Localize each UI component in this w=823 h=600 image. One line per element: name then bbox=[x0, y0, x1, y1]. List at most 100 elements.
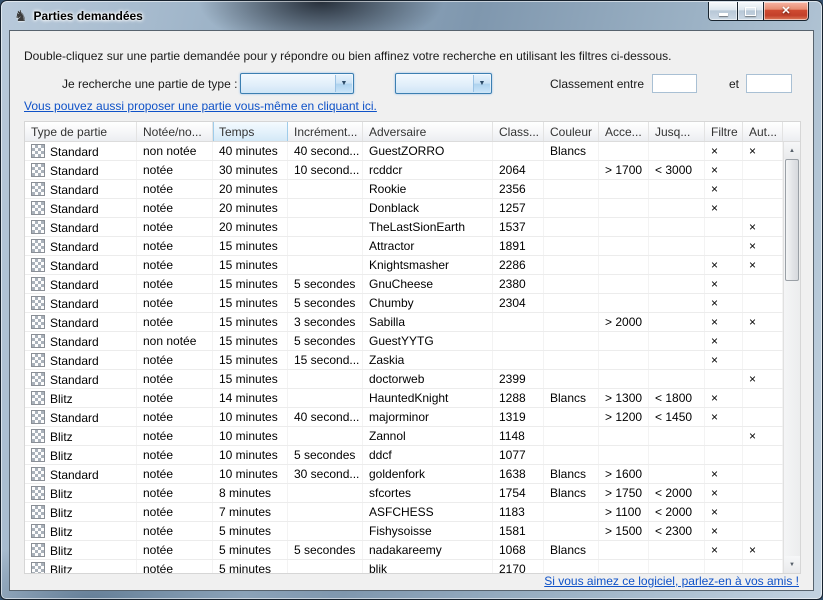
cell-color bbox=[544, 370, 599, 388]
cell-rating: 1257 bbox=[493, 199, 544, 217]
cell-opponent: Attractor bbox=[363, 237, 493, 255]
column-header-6[interactable]: Couleur bbox=[544, 122, 599, 141]
chessboard-icon bbox=[31, 334, 45, 348]
game-row[interactable]: Blitznotée8 minutessfcortes1754Blancs> 1… bbox=[25, 484, 783, 503]
chessboard-icon bbox=[31, 296, 45, 310]
rating-max-input[interactable] bbox=[746, 74, 792, 93]
column-header-0[interactable]: Type de partie bbox=[25, 122, 137, 141]
game-row[interactable]: Standardnotée15 minutesdoctorweb2399× bbox=[25, 370, 783, 389]
cell-increment: 5 secondes bbox=[288, 541, 363, 559]
chessboard-icon bbox=[31, 391, 45, 405]
game-row[interactable]: Standardnotée15 minutes15 second...Zaski… bbox=[25, 351, 783, 370]
minimize-button[interactable] bbox=[708, 2, 737, 21]
propose-game-link[interactable]: Vous pouvez aussi proposer une partie vo… bbox=[24, 99, 377, 113]
column-header-2[interactable]: Temps bbox=[213, 122, 288, 141]
cell-opponent: Fishysoisse bbox=[363, 522, 493, 540]
cell-auto: × bbox=[743, 427, 783, 445]
cell-opponent: blik bbox=[363, 560, 493, 573]
game-type-combobox[interactable]: ▼ bbox=[240, 73, 354, 94]
scroll-down-button[interactable]: ▼ bbox=[784, 556, 800, 573]
close-button[interactable]: ✕ bbox=[764, 2, 809, 21]
cell-rated: notée bbox=[137, 484, 213, 502]
game-row[interactable]: Standardnotée15 minutes3 secondesSabilla… bbox=[25, 313, 783, 332]
column-header-4[interactable]: Adversaire bbox=[363, 122, 493, 141]
cell-accept bbox=[599, 142, 649, 160]
cell-filter: × bbox=[705, 142, 743, 160]
game-row[interactable]: Blitznotée10 minutes5 secondesddcf1077 bbox=[25, 446, 783, 465]
titlebar[interactable]: ♞ Parties demandées ✕ bbox=[1, 1, 822, 31]
chevron-down-icon[interactable]: ▼ bbox=[473, 75, 490, 92]
cell-auto bbox=[743, 408, 783, 426]
game-type-label: Standard bbox=[50, 354, 99, 368]
cell-time: 20 minutes bbox=[213, 218, 288, 236]
scroll-up-button[interactable]: ▲ bbox=[784, 142, 800, 159]
game-row[interactable]: Blitznotée5 minutesFishysoisse1581> 1500… bbox=[25, 522, 783, 541]
cell-accept: > 1200 bbox=[599, 408, 649, 426]
cell-increment bbox=[288, 427, 363, 445]
game-row[interactable]: Standardnotée15 minutesKnightsmasher2286… bbox=[25, 256, 783, 275]
game-row[interactable]: Standardnotée20 minutesRookie2356× bbox=[25, 180, 783, 199]
cell-rating: 2170 bbox=[493, 560, 544, 573]
vertical-scrollbar[interactable]: ▲ ▼ bbox=[783, 142, 800, 573]
column-header-5[interactable]: Class... bbox=[493, 122, 544, 141]
cell-auto bbox=[743, 484, 783, 502]
game-row[interactable]: Standardnon notée40 minutes40 second...G… bbox=[25, 142, 783, 161]
game-row[interactable]: Standardnotée10 minutes40 second...major… bbox=[25, 408, 783, 427]
game-row[interactable]: Standardnotée15 minutes5 secondesGnuChee… bbox=[25, 275, 783, 294]
cell-opponent: Knightsmasher bbox=[363, 256, 493, 274]
cell-type: Standard bbox=[25, 408, 137, 426]
column-header-3[interactable]: Incrément... bbox=[288, 122, 363, 141]
game-type-label: Blitz bbox=[50, 563, 73, 573]
cell-increment bbox=[288, 218, 363, 236]
column-header-1[interactable]: Notée/no... bbox=[137, 122, 213, 141]
column-header-7[interactable]: Acce... bbox=[599, 122, 649, 141]
cell-increment: 5 secondes bbox=[288, 294, 363, 312]
chevron-down-icon[interactable]: ▼ bbox=[335, 75, 352, 92]
game-row[interactable]: Standardnon notée15 minutes5 secondesGue… bbox=[25, 332, 783, 351]
cell-type: Standard bbox=[25, 161, 137, 179]
game-row[interactable]: Standardnotée15 minutes5 secondesChumby2… bbox=[25, 294, 783, 313]
cell-opponent: Donblack bbox=[363, 199, 493, 217]
game-row[interactable]: Standardnotée20 minutesDonblack1257× bbox=[25, 199, 783, 218]
cell-rating: 2304 bbox=[493, 294, 544, 312]
cell-accept bbox=[599, 275, 649, 293]
game-type-label: Blitz bbox=[50, 544, 73, 558]
column-header-10[interactable]: Aut... bbox=[743, 122, 783, 141]
game-row[interactable]: Standardnotée30 minutes10 second...rcddc… bbox=[25, 161, 783, 180]
game-type-label: Standard bbox=[50, 468, 99, 482]
maximize-button[interactable] bbox=[737, 2, 764, 21]
chessboard-icon bbox=[31, 163, 45, 177]
cell-time: 10 minutes bbox=[213, 446, 288, 464]
scrollbar-thumb[interactable] bbox=[785, 159, 799, 281]
cell-time: 20 minutes bbox=[213, 199, 288, 217]
game-subtype-combobox[interactable]: ▼ bbox=[395, 73, 492, 94]
chessboard-icon bbox=[31, 429, 45, 443]
chessboard-icon bbox=[31, 182, 45, 196]
share-link[interactable]: Si vous aimez ce logiciel, parlez-en à v… bbox=[544, 574, 799, 588]
cell-accept bbox=[599, 256, 649, 274]
game-type-label: Standard bbox=[50, 411, 99, 425]
column-header-8[interactable]: Jusq... bbox=[649, 122, 705, 141]
game-row[interactable]: Standardnotée15 minutesAttractor1891× bbox=[25, 237, 783, 256]
game-row[interactable]: Blitznotée5 minutesblik2170 bbox=[25, 560, 783, 573]
chessboard-icon bbox=[31, 372, 45, 386]
cell-filter: × bbox=[705, 351, 743, 369]
cell-time: 14 minutes bbox=[213, 389, 288, 407]
rating-min-input[interactable] bbox=[652, 74, 697, 93]
cell-filter: × bbox=[705, 256, 743, 274]
game-row[interactable]: Blitznotée5 minutes5 secondesnadakareemy… bbox=[25, 541, 783, 560]
cell-increment: 3 secondes bbox=[288, 313, 363, 331]
game-row[interactable]: Blitznotée7 minutesASFCHESS1183> 1100< 2… bbox=[25, 503, 783, 522]
game-row[interactable]: Blitznotée14 minutesHauntedKnight1288Bla… bbox=[25, 389, 783, 408]
cell-time: 15 minutes bbox=[213, 275, 288, 293]
game-row[interactable]: Standardnotée20 minutesTheLastSionEarth1… bbox=[25, 218, 783, 237]
game-row[interactable]: Standardnotée10 minutes30 second...golde… bbox=[25, 465, 783, 484]
cell-rating bbox=[493, 332, 544, 350]
chessboard-icon bbox=[31, 144, 45, 158]
cell-until: < 2000 bbox=[649, 484, 705, 502]
cell-accept bbox=[599, 237, 649, 255]
column-header-9[interactable]: Filtre bbox=[705, 122, 743, 141]
cell-time: 5 minutes bbox=[213, 522, 288, 540]
cell-opponent: Chumby bbox=[363, 294, 493, 312]
game-row[interactable]: Blitznotée10 minutesZannol1148× bbox=[25, 427, 783, 446]
